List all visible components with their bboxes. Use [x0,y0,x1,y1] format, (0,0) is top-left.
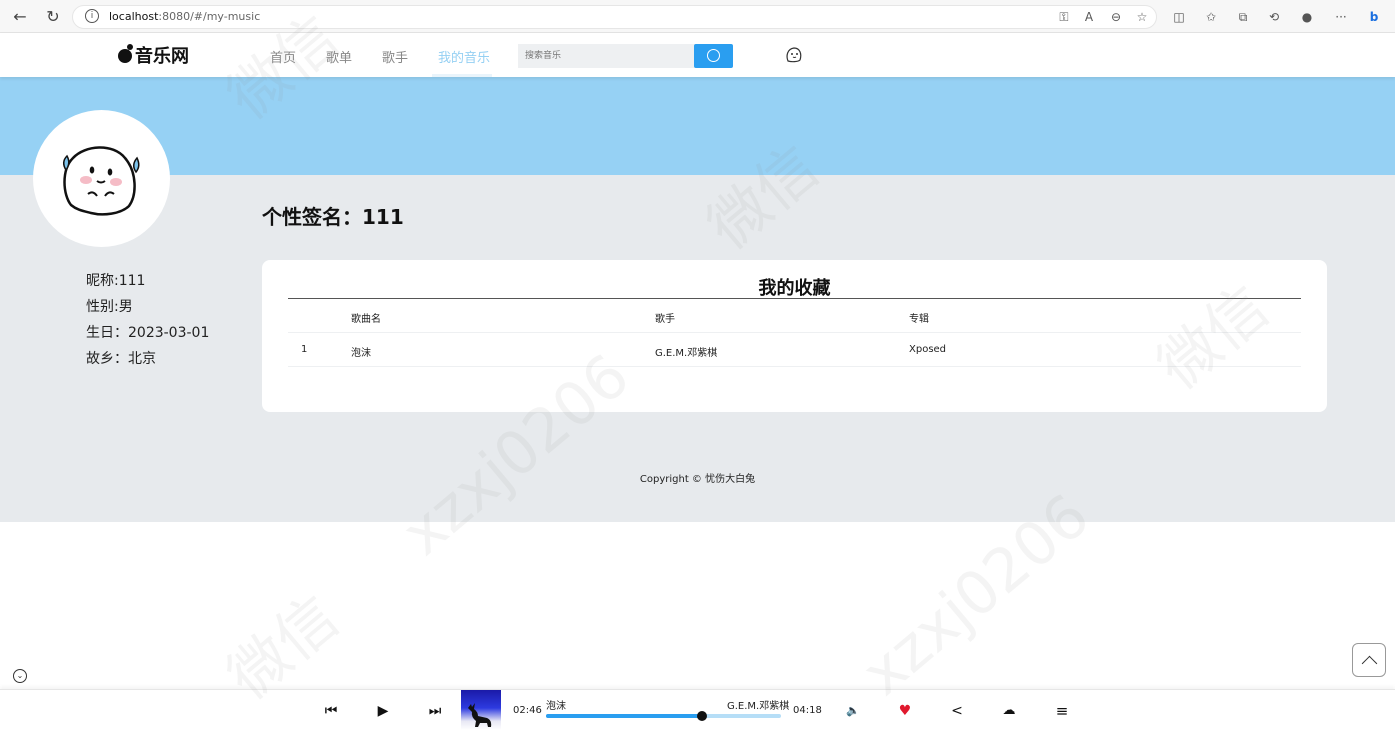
signature: 个性签名：111 [262,205,404,229]
user-avatar-icon[interactable] [784,44,804,64]
search-button[interactable] [694,44,733,68]
heart-icon[interactable]: ♥ [895,701,915,721]
search-input[interactable] [518,44,696,68]
row-singer[interactable]: G.E.M.邓紫棋 [655,344,717,359]
nav-active-indicator [432,74,492,77]
total-time: 04:18 [793,705,822,716]
more-icon[interactable]: ··· [1332,8,1350,26]
row-song-name[interactable]: 泡沫 [351,344,371,359]
read-aloud-icon[interactable]: A [1080,8,1098,26]
next-icon[interactable]: ⏭ [425,701,445,721]
album-cover [461,690,501,730]
logo-icon [118,44,133,63]
profile-avatar [33,110,170,247]
profile-banner [0,77,1395,175]
birthday: 生日：2023-03-01 [86,325,210,341]
history-icon[interactable]: ⟲ [1265,8,1283,26]
playlist-icon[interactable]: ≡ [1052,701,1072,721]
ghost-avatar-icon [63,146,140,216]
play-icon[interactable]: ▶ [373,701,393,721]
favorites-icon[interactable]: ✩ [1202,8,1220,26]
player-song-name: 泡沫 [546,701,566,712]
progress-knob[interactable] [697,711,708,721]
table-header: 歌曲名 歌手 专辑 [288,299,1301,333]
add-favorite-icon[interactable]: ☆ [1133,8,1151,26]
player-singer: G.E.M.邓紫棋 [727,701,790,712]
favorites-card: 我的收藏 歌曲名 歌手 专辑 1 泡沫 G.E.M.邓紫棋 Xposed [262,260,1327,412]
nickname: 昵称:111 [86,273,146,289]
split-screen-icon[interactable]: ◫ [1170,8,1188,26]
address-bar[interactable]: i localhost:8080/#/my-music [72,5,1157,29]
download-icon[interactable]: ☁ [999,701,1019,721]
hometown: 故乡：北京 [86,351,156,367]
progress-bar[interactable] [546,711,781,721]
collections-icon[interactable]: ⧉ [1234,8,1252,26]
row-album: Xposed [909,344,947,355]
nav-playlists[interactable]: 歌单 [326,47,352,66]
column-header-song: 歌曲名 [351,314,381,325]
gender: 性别:男 [86,299,133,315]
nav-home[interactable]: 首页 [270,47,296,66]
share-icon[interactable]: < [947,701,967,721]
search-icon [707,49,720,62]
reload-icon[interactable]: ↻ [42,6,64,28]
logo[interactable]: 音乐网 [118,42,189,68]
chevron-down-icon[interactable]: ⌄ [13,669,27,683]
url-text: localhost:8080/#/my-music [109,10,261,23]
music-player: ⏮ ▶ ⏭ 02:46 泡沫 G.E.M.邓紫棋 04:18 🔈 ♥ < ☁ ≡ [0,689,1395,747]
back-arrow-icon[interactable]: ← [9,6,31,28]
site-header: 音乐网 首页 歌单 歌手 我的音乐 [0,33,1395,77]
previous-icon[interactable]: ⏮ [321,701,341,721]
bing-icon[interactable]: b [1365,8,1383,26]
table-row[interactable]: 1 泡沫 G.E.M.邓紫棋 Xposed [288,333,1301,367]
nav-my-music[interactable]: 我的音乐 [438,47,490,66]
volume-icon[interactable]: 🔈 [843,701,863,721]
column-header-singer: 歌手 [655,314,675,325]
progress-fill [546,714,703,718]
row-index: 1 [301,344,308,355]
profile-icon[interactable]: ● [1298,8,1316,26]
zoom-icon[interactable]: ⊖ [1107,8,1125,26]
nav-singers[interactable]: 歌手 [382,47,408,66]
back-to-top-button[interactable] [1352,643,1386,677]
copyright: Copyright © 忧伤大白兔 [639,474,756,485]
key-icon[interactable]: ⚿ [1055,8,1073,26]
browser-toolbar-icons: ⚿ A ⊖ ☆ ◫ ✩ ⧉ ⟲ ● ··· b [1050,0,1395,33]
browser-toolbar: ← ↻ i localhost:8080/#/my-music ⚿ A ⊖ ☆ … [0,0,1395,33]
favorites-title: 我的收藏 [758,278,831,299]
info-icon[interactable]: i [85,9,99,23]
current-time: 02:46 [513,705,542,716]
profile-info: 昵称:111 性别:男 生日：2023-03-01 故乡：北京 [86,270,209,374]
column-header-album: 专辑 [909,314,929,325]
deer-silhouette-icon [468,703,492,727]
